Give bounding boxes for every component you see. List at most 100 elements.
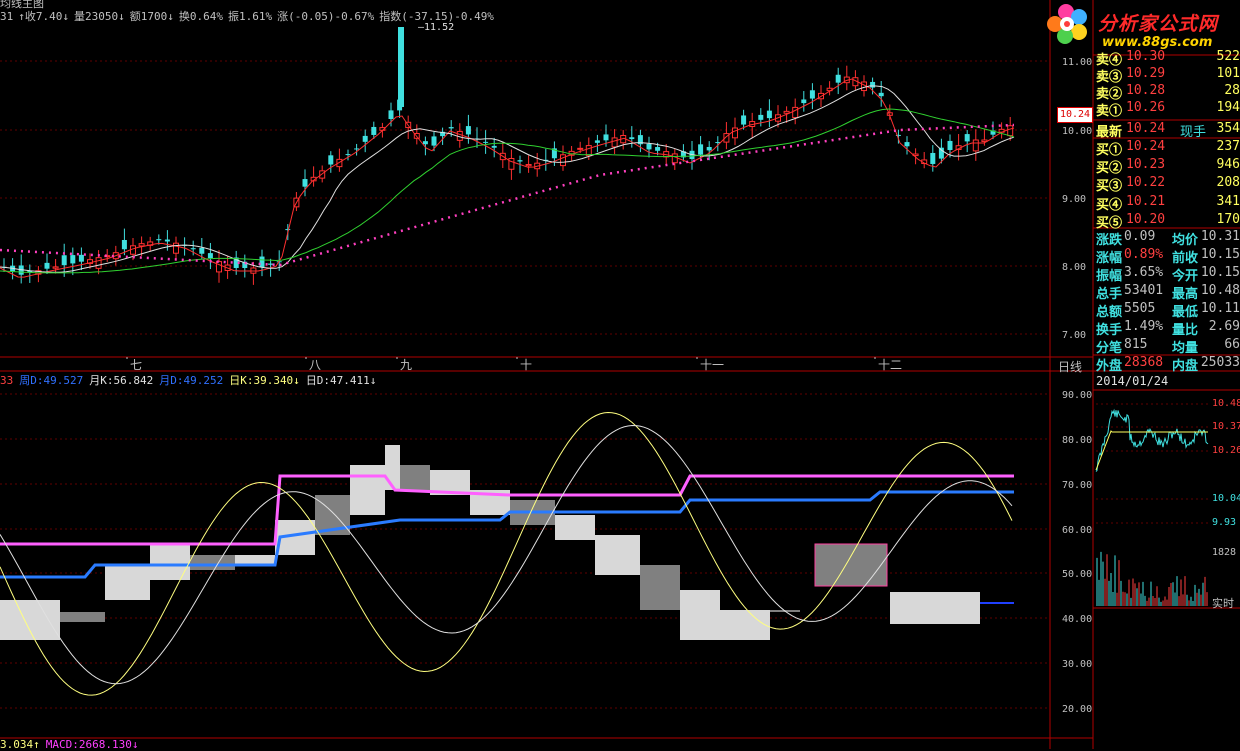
site-logo: 分析家公式网 www.88gs.com bbox=[1046, 2, 1240, 54]
macd-item: 3.034↑ bbox=[0, 738, 40, 751]
stat-value: 10.15 bbox=[1200, 265, 1240, 280]
quote-volume: 170 bbox=[1216, 211, 1240, 227]
stat-value: 53401 bbox=[1124, 283, 1164, 298]
stats-row: 分笔 815 均量 66 bbox=[1094, 337, 1240, 355]
month-label: 七 bbox=[130, 358, 143, 372]
stat-label: 外盘 bbox=[1096, 359, 1123, 373]
stat-label: 涨跌 bbox=[1096, 233, 1123, 247]
intraday-axis-label: 10.26 bbox=[1212, 445, 1240, 456]
macd-item: MACD:2668.130↓ bbox=[45, 738, 139, 751]
quote-price: 10.29 bbox=[1126, 66, 1166, 81]
intraday-date: 2014/01/24 bbox=[1096, 374, 1169, 388]
intraday-axis-label: 10.37 bbox=[1212, 421, 1240, 432]
stat-value: 25033 bbox=[1200, 355, 1240, 370]
candle-body bbox=[741, 115, 747, 125]
candle-body bbox=[199, 247, 205, 254]
stat-label: 均量 bbox=[1172, 341, 1199, 355]
candle-body bbox=[44, 262, 50, 269]
kdj-item: 日D:47.411↓ bbox=[305, 374, 377, 387]
kdj-band bbox=[150, 545, 190, 580]
stat-value: 1.49% bbox=[1124, 319, 1164, 334]
realtime-button[interactable]: 实时 bbox=[1212, 595, 1234, 611]
candle-body bbox=[95, 257, 102, 269]
candle-body bbox=[216, 261, 222, 273]
buy-row: 买④ 10.21 341 bbox=[1094, 194, 1240, 212]
candle-body bbox=[207, 253, 213, 259]
candle-body bbox=[698, 144, 704, 155]
quote-price: 10.24 bbox=[1126, 139, 1166, 154]
stat-label: 最低 bbox=[1172, 305, 1199, 319]
kdj-band bbox=[680, 590, 720, 640]
sell-row: 卖④ 10.30 522 bbox=[1094, 49, 1240, 67]
quote-label: 最新 bbox=[1096, 125, 1123, 139]
info-item: ↑收7.40↓ bbox=[18, 10, 69, 23]
period-button[interactable]: 日线 bbox=[1058, 358, 1082, 375]
kdj-band bbox=[60, 612, 105, 622]
stat-value: 2.69 bbox=[1208, 319, 1240, 334]
candle-body bbox=[138, 243, 145, 247]
stat-value: 10.31 bbox=[1200, 229, 1240, 244]
quote-label: 买⑤ bbox=[1096, 215, 1123, 230]
info-item: 振1.61% bbox=[228, 10, 273, 23]
candle-body bbox=[483, 141, 489, 143]
stat-label: 振幅 bbox=[1096, 269, 1123, 283]
stat-label: 量比 bbox=[1172, 323, 1199, 337]
kdj-band bbox=[190, 555, 235, 570]
candle-body bbox=[61, 255, 67, 266]
quote-price: 10.22 bbox=[1126, 175, 1166, 191]
candle-body bbox=[190, 248, 196, 250]
price-tick-label: 11.00 bbox=[1062, 57, 1092, 68]
kdj-item: 周D:49.527 bbox=[19, 374, 84, 387]
flower-logo-icon bbox=[1047, 4, 1087, 44]
candle-body bbox=[70, 255, 76, 264]
stat-label: 总额 bbox=[1096, 305, 1123, 319]
quote-volume: 341 bbox=[1216, 193, 1240, 209]
kdj-band bbox=[385, 445, 400, 490]
kdj-tick-label: 90.00 bbox=[1062, 390, 1092, 401]
candle-body bbox=[809, 90, 815, 99]
stat-value: 66 bbox=[1224, 337, 1240, 352]
kdj-item: 日K:39.340↓ bbox=[229, 374, 300, 387]
month-label: 八 bbox=[309, 358, 322, 372]
kdj-band bbox=[640, 565, 680, 610]
stats-row: 振幅 3.65% 今开 10.15 bbox=[1094, 265, 1240, 283]
candle-body bbox=[671, 153, 678, 164]
kdj-info-bar: 33 周D:49.527 月K:56.842 月D:49.252 日K:39.340↓ 日… bbox=[0, 372, 382, 387]
stats-row: 总手 53401 最高 10.48 bbox=[1094, 283, 1240, 301]
candle-body bbox=[904, 142, 910, 147]
month-label: 十二 bbox=[878, 358, 903, 372]
quote-volume: 237 bbox=[1216, 139, 1240, 154]
quote-label: 现手 bbox=[1180, 125, 1207, 139]
candle-body bbox=[870, 81, 876, 88]
candle-body bbox=[285, 229, 291, 231]
kdj-tick-label: 40.00 bbox=[1062, 614, 1092, 625]
candle-body bbox=[766, 110, 772, 119]
stat-label: 均价 bbox=[1172, 233, 1199, 247]
kdj-band bbox=[814, 543, 888, 587]
kdj-band bbox=[555, 515, 595, 540]
stat-value: 0.09 bbox=[1124, 229, 1156, 244]
stat-label: 总手 bbox=[1096, 287, 1123, 301]
candle-body bbox=[801, 99, 807, 104]
price-info-bar: 31 ↑收7.40↓ 量23050↓ 额1700↓ 换0.64% 振1.61% 涨(-0.0… bbox=[0, 8, 499, 23]
stat-value: 10.15 bbox=[1200, 247, 1240, 262]
info-item: 涨(-0.05)-0.67% bbox=[277, 10, 375, 23]
candle-body bbox=[328, 155, 334, 165]
month-label: 九 bbox=[400, 358, 413, 372]
quote-volume: 101 bbox=[1216, 66, 1240, 81]
candle-body bbox=[792, 106, 799, 119]
quote-volume: 194 bbox=[1216, 100, 1240, 115]
latest-row: 最新 10.24 现手 354 bbox=[1094, 121, 1240, 139]
stat-value: 10.48 bbox=[1200, 283, 1240, 298]
candle-body bbox=[491, 145, 497, 148]
kdj-tick-label: 80.00 bbox=[1062, 435, 1092, 446]
candle-body bbox=[706, 146, 712, 151]
kdj-item: 33 bbox=[0, 374, 14, 387]
info-item: 换0.64% bbox=[178, 10, 223, 23]
stats-row: 换手 1.49% 量比 2.69 bbox=[1094, 319, 1240, 337]
quote-label: 卖① bbox=[1096, 104, 1123, 118]
last-price-tag: 10.24 bbox=[1057, 107, 1093, 123]
stat-value: 5505 bbox=[1124, 301, 1156, 316]
price-tick-label: 8.00 bbox=[1062, 262, 1086, 273]
kdj-band bbox=[105, 565, 150, 600]
